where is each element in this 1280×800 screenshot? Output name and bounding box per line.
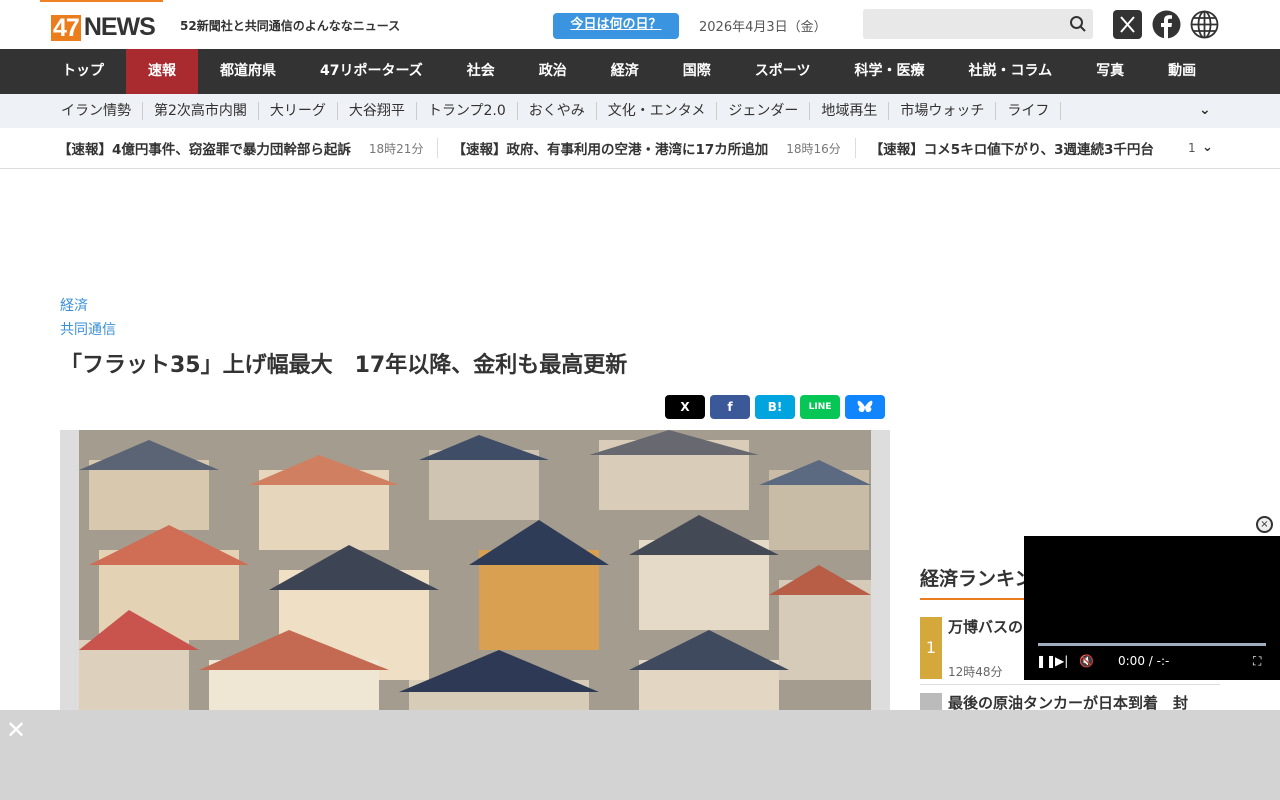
topic-item[interactable]: 文化・エンタメ <box>597 102 718 120</box>
close-icon[interactable]: ✕ <box>6 716 26 744</box>
nav-prefectures[interactable]: 都道府県 <box>198 49 298 94</box>
chevron-down-icon[interactable]: ⌄ <box>1199 102 1211 118</box>
ticker-item[interactable]: 【速報】4億円事件、窃盗罪で暴力団幹部ら起訴 18時21分 <box>58 138 439 158</box>
tagline: 52新聞社と共同通信のよんななニュース <box>180 19 401 33</box>
today-button[interactable]: 今日は何の日？ <box>553 13 679 39</box>
topic-nav: イラン情勢 第2次高市内閣 大リーグ 大谷翔平 トランプ2.0 おくやみ 文化・… <box>0 94 1280 128</box>
video-player[interactable]: ❚❚ ▶| 🔇 0:00 / -:- ⛶ <box>1024 536 1280 680</box>
share-line-button[interactable]: LINE <box>800 395 840 419</box>
topic-item[interactable]: 大リーグ <box>259 102 338 120</box>
logo-text: NEWS <box>83 13 156 41</box>
video-progress-bar[interactable] <box>1038 643 1266 646</box>
topic-item[interactable]: おくやみ <box>518 102 597 120</box>
fullscreen-icon[interactable]: ⛶ <box>1253 654 1261 669</box>
share-bluesky-button[interactable]: bluesky <box>845 395 885 419</box>
search-icon[interactable] <box>1069 15 1087 33</box>
main-nav: トップ 速報 都道府県 47リポーターズ 社会 政治 経済 国際 スポーツ 科学… <box>0 49 1280 94</box>
facebook-icon[interactable] <box>1152 10 1181 39</box>
ticker-title: 【速報】政府、有事利用の空港・港湾に17カ所追加 <box>452 142 769 158</box>
houses-illustration <box>79 430 871 720</box>
nav-top[interactable]: トップ <box>40 49 126 94</box>
article-source[interactable]: 共同通信 <box>60 319 116 339</box>
nav-videos[interactable]: 動画 <box>1146 49 1218 94</box>
topic-item[interactable]: ジェンダー <box>717 102 811 120</box>
nav-international[interactable]: 国際 <box>661 49 733 94</box>
nav-politics[interactable]: 政治 <box>517 49 589 94</box>
houses-photo <box>79 430 871 720</box>
logo-number: 47 <box>51 13 81 42</box>
logo-accent <box>40 0 163 2</box>
nav-sports[interactable]: スポーツ <box>733 49 833 94</box>
globe-icon[interactable] <box>1190 10 1219 39</box>
ticker-item[interactable]: 【速報】コメ5キロ値下がり、3週連続3千円台 <box>870 138 1168 158</box>
ticker-item[interactable]: 【速報】政府、有事利用の空港・港湾に17カ所追加 18時16分 <box>452 138 856 158</box>
topic-item[interactable]: トランプ2.0 <box>417 102 518 120</box>
ticker-title: 【速報】コメ5キロ値下がり、3週連続3千円台 <box>869 142 1154 158</box>
article-image <box>60 430 890 720</box>
breaking-ticker: 【速報】4億円事件、窃盗罪で暴力団幹部ら起訴 18時21分 【速報】政府、有事利用… <box>0 128 1280 169</box>
ticker-time: 18時21分 <box>368 141 424 156</box>
topic-item[interactable]: イラン情勢 <box>50 102 143 120</box>
bottom-ad-overlay <box>0 710 1280 800</box>
ticker-title: 【速報】4億円事件、窃盗罪で暴力団幹部ら起訴 <box>58 142 351 158</box>
chevron-down-icon[interactable]: ⌄ <box>1202 140 1213 155</box>
pause-icon[interactable]: ❚❚ <box>1036 654 1056 668</box>
nav-photos[interactable]: 写真 <box>1074 49 1146 94</box>
topic-item[interactable]: 市場ウォッチ <box>889 102 997 120</box>
date: 2026年4月3日（金） <box>699 20 827 35</box>
ranking-separator <box>920 684 1220 685</box>
nav-economy[interactable]: 経済 <box>589 49 661 94</box>
share-hatena-button[interactable]: B! <box>755 395 795 419</box>
search-input[interactable] <box>863 9 1093 39</box>
nav-society[interactable]: 社会 <box>445 49 517 94</box>
ticker-page: 1 <box>1188 141 1196 155</box>
share-facebook-button[interactable]: f <box>710 395 750 419</box>
video-time: 0:00 / -:- <box>1118 654 1170 668</box>
article-category[interactable]: 経済 <box>60 295 88 315</box>
x-icon[interactable] <box>1113 10 1142 39</box>
topic-item[interactable]: 第2次高市内閣 <box>143 102 259 120</box>
video-close-icon[interactable]: × <box>1256 516 1273 533</box>
ticker-time: 18時16分 <box>786 141 841 156</box>
mute-icon[interactable]: 🔇 <box>1079 654 1094 668</box>
nav-editorial[interactable]: 社説・コラム <box>947 49 1075 94</box>
topic-item[interactable]: ライフ <box>996 102 1062 120</box>
nav-science[interactable]: 科学・医療 <box>833 49 947 94</box>
article-title: 「フラット35」上げ幅最大 17年以降、金利も最高更新 <box>60 353 628 378</box>
butterfly-icon <box>857 400 873 413</box>
topic-item[interactable]: 大谷翔平 <box>338 102 417 120</box>
logo[interactable]: 47 NEWS <box>51 13 156 42</box>
nav-breaking[interactable]: 速報 <box>126 49 198 94</box>
ranking-item-time: 12時48分 <box>948 665 1003 679</box>
next-icon[interactable]: ▶| <box>1055 654 1068 668</box>
nav-47reporters[interactable]: 47リポーターズ <box>298 49 445 94</box>
topic-item[interactable]: 地域再生 <box>810 102 890 120</box>
header: 47 NEWS 52新聞社と共同通信のよんななニュース 今日は何の日？ 2026年… <box>0 0 1280 49</box>
rank-badge: 1 <box>920 617 942 679</box>
share-x-button[interactable]: X <box>665 395 705 419</box>
